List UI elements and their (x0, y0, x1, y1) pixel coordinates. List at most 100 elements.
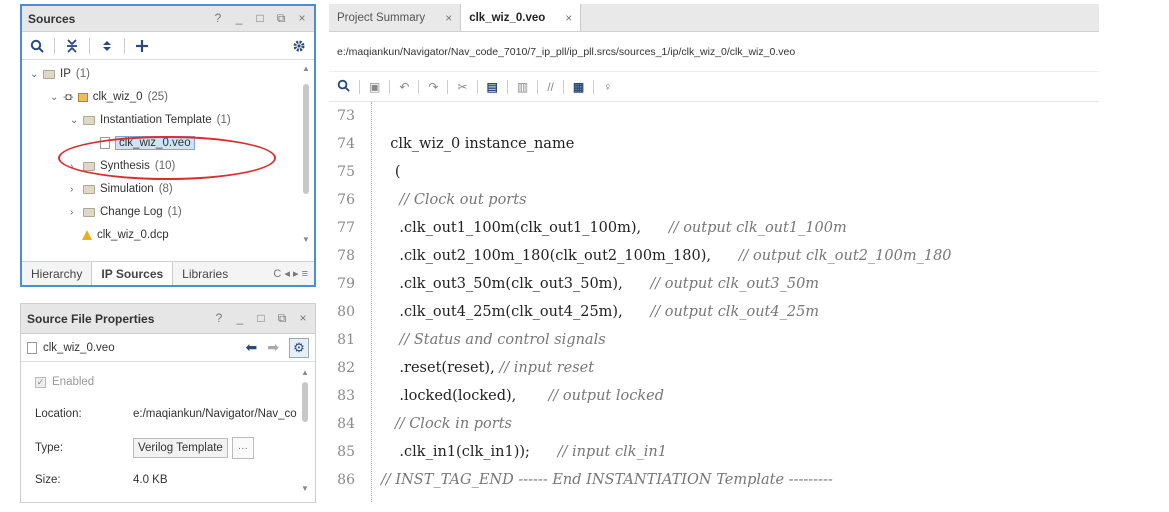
minimize-icon[interactable]: _ (233, 11, 245, 26)
scrollbar-thumb[interactable] (303, 84, 309, 194)
close-icon[interactable]: × (297, 311, 309, 326)
sources-header: Sources ? _ □ ⧉ × (22, 6, 314, 32)
code-text: clk_wiz_0 instance_name (381, 136, 575, 152)
tree-node-simulation[interactable]: › Simulation (8) (70, 179, 173, 199)
code-text: .locked(locked), (381, 388, 549, 404)
location-value: e:/maqiankun/Navigator/Nav_co (133, 408, 297, 420)
type-browse-button[interactable]: ··· (231, 437, 254, 459)
location-label: Location: (35, 408, 82, 420)
back-arrow-icon[interactable]: ⬅ (246, 339, 258, 356)
code-text: ( (381, 164, 401, 180)
close-icon[interactable]: × (296, 11, 308, 26)
tab-clk-wiz-veo[interactable]: clk_wiz_0.veo × (460, 4, 582, 31)
tree-node-dcp-file[interactable]: clk_wiz_0.dcp (82, 225, 169, 245)
tab-hierarchy[interactable]: Hierarchy (22, 262, 91, 285)
column-select-icon[interactable]: ▦ (573, 80, 584, 94)
tab-ip-sources[interactable]: IP Sources (91, 262, 174, 285)
code-line[interactable]: 75 ( (329, 158, 400, 186)
undo-icon[interactable]: ↶ (399, 80, 409, 94)
chevron-down-icon[interactable]: ⌄ (30, 69, 38, 80)
code-line[interactable]: 86 // INST_TAG_END ------ End INSTANTIATI… (329, 466, 833, 494)
tree-node-change-log[interactable]: › Change Log (1) (70, 202, 182, 222)
toolbar-divider (124, 37, 125, 54)
size-row: Size: 4.0 KB (35, 474, 168, 486)
search-icon[interactable] (28, 37, 46, 55)
scrollbar-thumb[interactable] (302, 382, 308, 422)
code-line[interactable]: 80 .clk_out4_25m(clk_out4_25m), // outpu… (329, 298, 819, 326)
code-line[interactable]: 76 // Clock out ports (329, 186, 526, 214)
code-editor: Project Summary × clk_wiz_0.veo × e:/maq… (329, 4, 1099, 504)
props-scrollbar[interactable]: ▲ ▼ (301, 368, 309, 493)
sources-view-tabs: Hierarchy IP Sources Libraries C ◂ ▸ ≡ (22, 261, 314, 285)
chevron-down-icon[interactable]: ⌄ (50, 92, 58, 103)
code-text: .clk_out4_25m(clk_out4_25m), (381, 304, 651, 320)
chevron-right-icon[interactable]: › (70, 184, 78, 195)
chevron-down-icon[interactable]: ⌄ (70, 115, 78, 126)
lightbulb-icon[interactable]: ♀ (603, 80, 612, 94)
minimize-icon[interactable]: _ (234, 311, 246, 326)
cut-icon[interactable]: ✂ (457, 80, 467, 94)
file-icon (27, 341, 37, 354)
code-line[interactable]: 78 .clk_out2_100m_180(clk_out2_100m_180)… (329, 242, 951, 270)
tree-node-clk-wiz[interactable]: ⌄ -◘- clk_wiz_0 (25) (50, 87, 168, 107)
collapse-all-icon[interactable] (63, 37, 81, 55)
close-icon[interactable]: × (445, 11, 452, 25)
help-icon[interactable]: ? (213, 311, 225, 326)
code-line[interactable]: 77 .clk_out1_100m(clk_out1_100m), // out… (329, 214, 847, 242)
tree-node-count: (1) (167, 206, 182, 218)
editor-toolbar: ▣ ↶ ↷ ✂ ▤ ▥ // ▦ ♀ (329, 72, 1099, 102)
size-label: Size: (35, 474, 61, 486)
maximize-icon[interactable]: □ (254, 11, 266, 26)
line-number: 75 (337, 164, 355, 180)
scroll-up-icon[interactable]: ▲ (301, 368, 309, 377)
paste-icon[interactable]: ▥ (517, 80, 528, 94)
code-line[interactable]: 74 clk_wiz_0 instance_name (329, 130, 574, 158)
tree-scrollbar[interactable]: ▲ ▼ (302, 64, 310, 244)
scroll-down-icon[interactable]: ▼ (302, 235, 310, 244)
code-comment: // output clk_out4_25m (650, 304, 820, 320)
forward-arrow-icon[interactable]: ➡ (267, 339, 279, 356)
redo-icon[interactable]: ↷ (428, 80, 438, 94)
tree-node-instantiation-template[interactable]: ⌄ Instantiation Template (1) (70, 110, 231, 130)
code-line[interactable]: 73 (329, 102, 381, 130)
code-line[interactable]: 82 .reset(reset), // input reset (329, 354, 594, 382)
help-icon[interactable]: ? (212, 11, 224, 26)
code-line[interactable]: 79 .clk_out3_50m(clk_out3_50m), // outpu… (329, 270, 819, 298)
search-icon[interactable] (337, 79, 350, 95)
size-value: 4.0 KB (133, 474, 168, 486)
line-number: 80 (337, 304, 355, 320)
comment-toggle-icon[interactable]: // (547, 80, 554, 94)
code-line[interactable]: 83 .locked(locked), // output locked (329, 382, 664, 410)
save-icon[interactable]: ▣ (369, 80, 380, 94)
tree-node-ip[interactable]: ⌄ IP (1) (30, 64, 90, 84)
copy-icon[interactable]: ▤ (487, 80, 498, 94)
code-text: .clk_out3_50m(clk_out3_50m), (381, 276, 651, 292)
gear-icon[interactable]: ⚙ (289, 337, 309, 358)
scroll-down-icon[interactable]: ▼ (301, 484, 309, 493)
tab-scroll-nav[interactable]: C ◂ ▸ ≡ (273, 262, 314, 285)
maximize-icon[interactable]: □ (255, 311, 267, 326)
close-icon[interactable]: × (565, 11, 572, 25)
code-comment: // output locked (548, 388, 664, 404)
float-icon[interactable]: ⧉ (275, 11, 287, 26)
chevron-right-icon[interactable]: › (70, 207, 78, 218)
scroll-up-icon[interactable]: ▲ (302, 64, 310, 73)
code-line[interactable]: 85 .clk_in1(clk_in1)); // input clk_in1 (329, 438, 667, 466)
add-icon[interactable] (133, 37, 151, 55)
code-line[interactable]: 81 // Status and control signals (329, 326, 606, 354)
file-path: e:/maqiankun/Navigator/Nav_code_7010/7_i… (329, 32, 1099, 72)
source-file-properties-panel: Source File Properties ? _ □ ⧉ × clk_wiz… (20, 303, 316, 503)
tab-project-summary[interactable]: Project Summary × (329, 4, 460, 31)
gear-icon[interactable] (290, 37, 308, 55)
line-number: 73 (337, 108, 355, 124)
tree-node-count: (8) (158, 183, 173, 195)
props-header: Source File Properties ? _ □ ⧉ × (21, 304, 315, 334)
expand-all-icon[interactable] (98, 37, 116, 55)
code-line[interactable]: 84 // Clock in ports (329, 410, 512, 438)
tab-libraries[interactable]: Libraries (173, 262, 237, 285)
float-icon[interactable]: ⧉ (276, 311, 288, 326)
enabled-checkbox[interactable]: ✓ (35, 376, 46, 388)
folder-icon (43, 69, 55, 79)
props-body: ✓ Enabled Location: e:/maqiankun/Navigat… (21, 362, 315, 502)
toolbar-divider (593, 79, 595, 94)
